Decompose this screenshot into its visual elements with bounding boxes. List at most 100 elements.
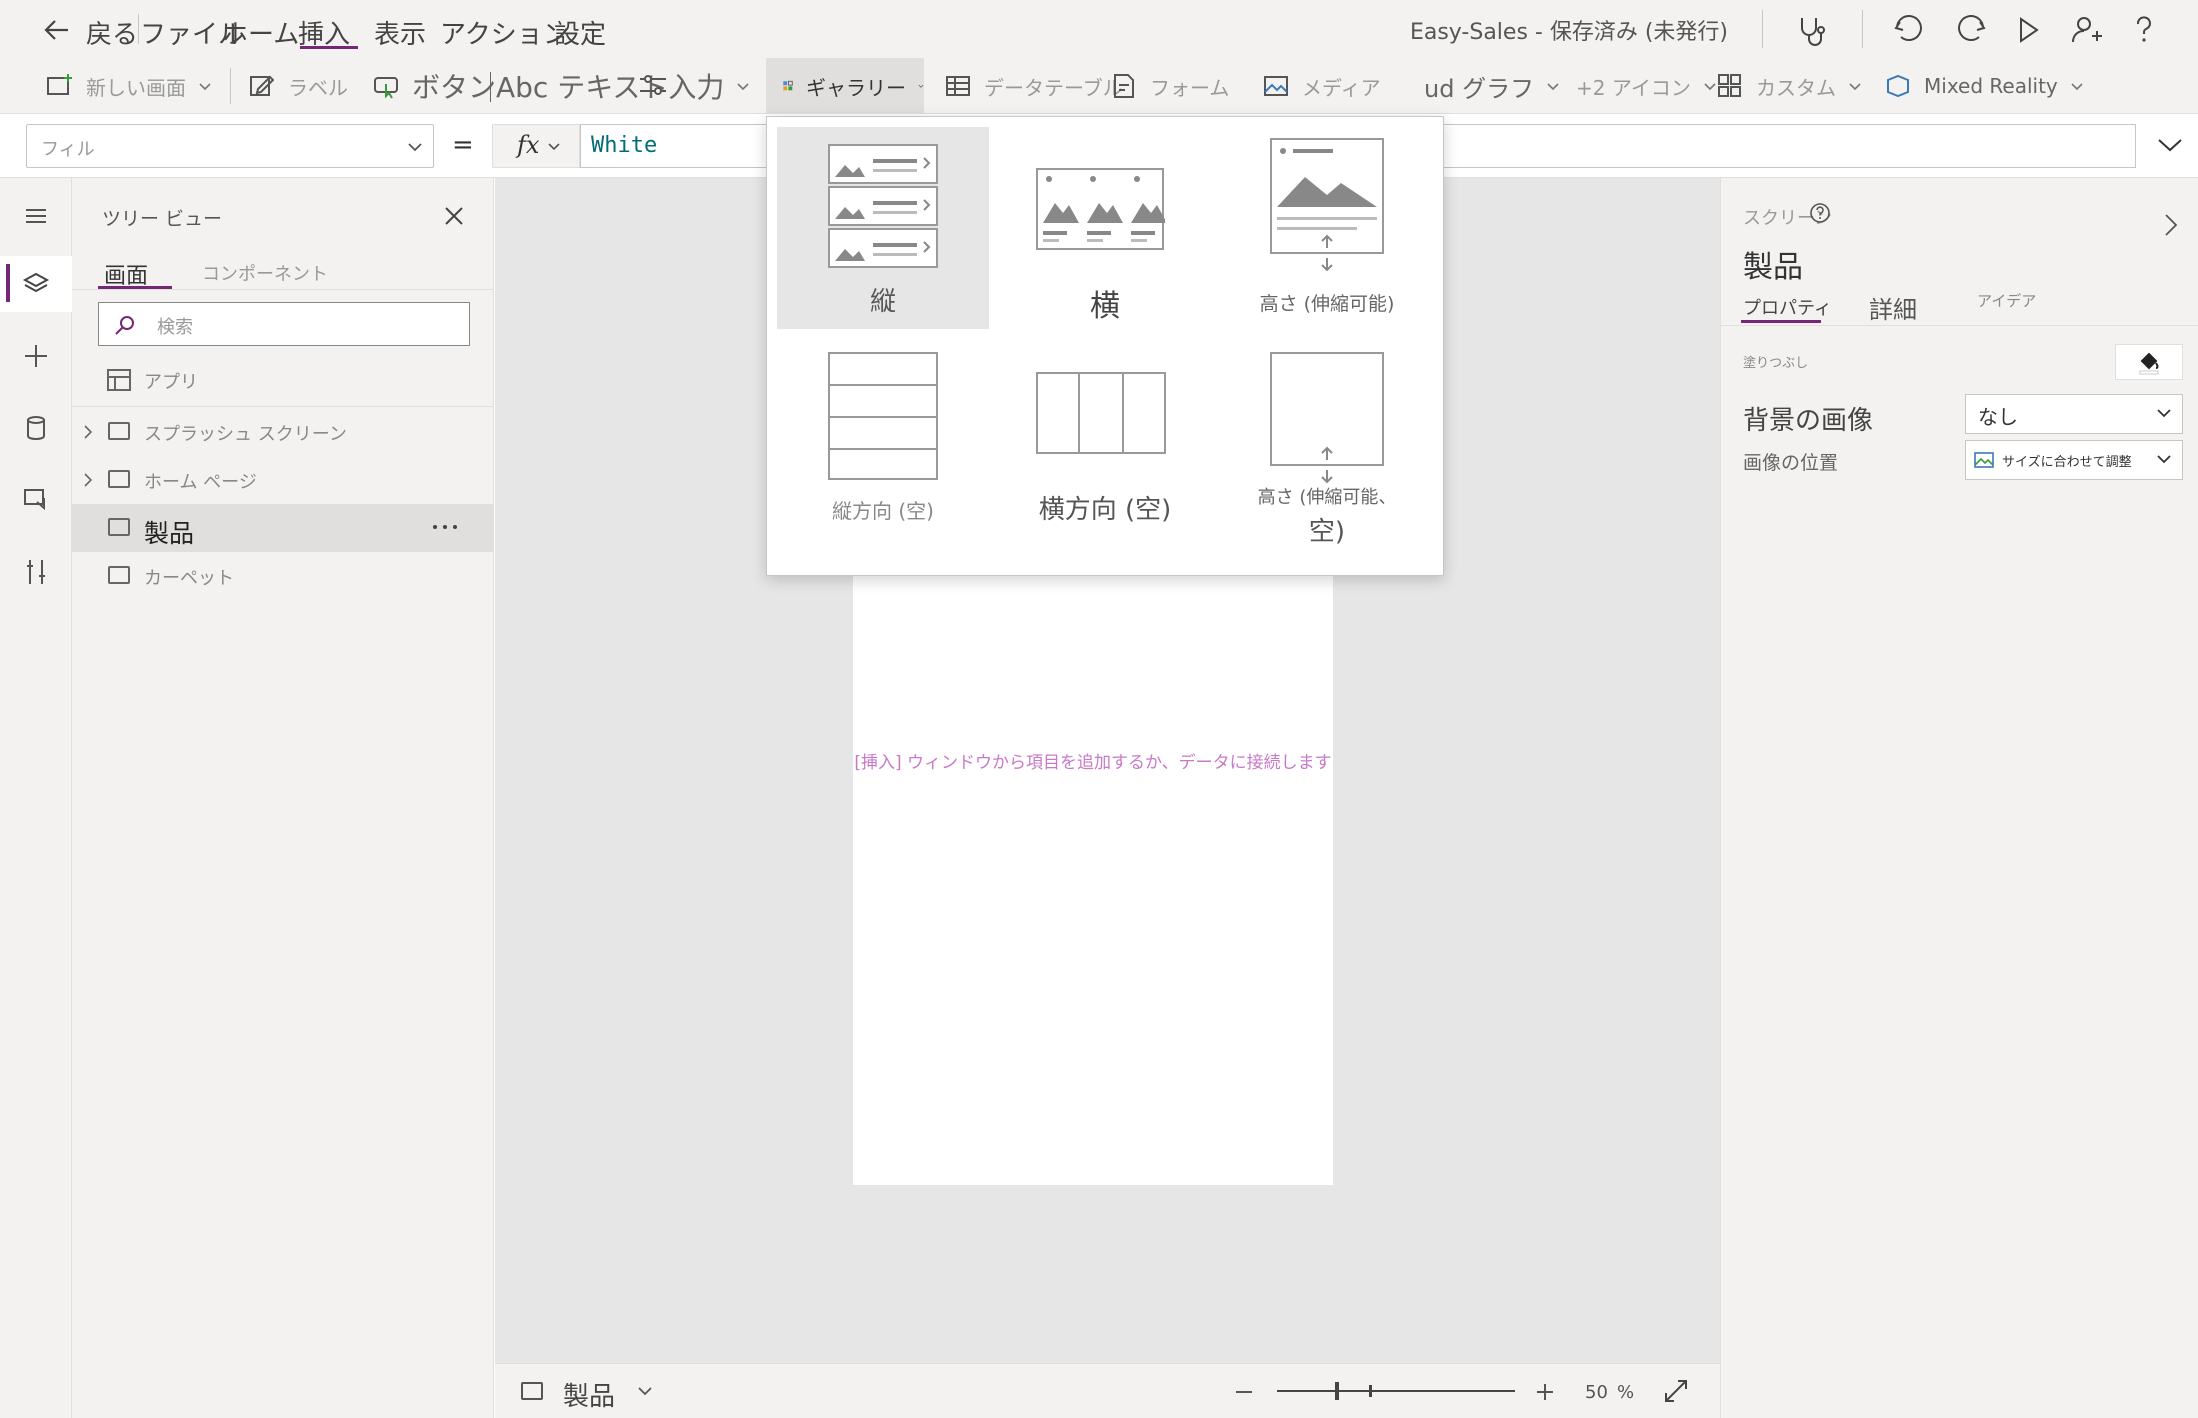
custom-button[interactable]: カスタム	[1716, 58, 1862, 114]
tree-item-label: カーペット	[144, 568, 234, 589]
chevron-right-icon[interactable]	[2163, 212, 2179, 238]
zoom-slider[interactable]	[1277, 1380, 1515, 1402]
help-icon[interactable]	[2124, 10, 2164, 50]
data-table-button[interactable]: データテーブル	[944, 58, 1123, 114]
hamburger-menu-icon[interactable]	[18, 198, 54, 234]
properties-panel: スクリーン 製品 プロパティ 詳細 アイデア 塗りつぶし 背景の画像 なし 画像…	[1720, 178, 2198, 1418]
tree-item-app[interactable]: アプリ	[72, 356, 494, 404]
play-icon[interactable]	[2008, 10, 2048, 50]
sliders-icon[interactable]	[638, 72, 668, 98]
bg-image-label: 背景の画像	[1743, 406, 1874, 436]
tab-ideas[interactable]: アイデア	[1977, 290, 2036, 311]
vertical-blank-gallery-icon	[828, 352, 938, 480]
chevron-down-icon	[1547, 83, 1559, 91]
share-user-icon[interactable]	[2066, 10, 2106, 50]
menu-home[interactable]: ホーム	[222, 14, 299, 51]
tab-components[interactable]: コンポーネント	[202, 260, 328, 286]
menu-bar: 戻る ファイル ホーム 挿入 表示 アクション 設定 Easy-Sales - …	[0, 0, 2198, 58]
search-icon	[115, 316, 134, 335]
chevron-down-icon	[2157, 455, 2171, 464]
fill-color-button[interactable]	[2115, 344, 2183, 380]
search-input[interactable]: 検索	[98, 302, 470, 346]
fx-button[interactable]: fx	[492, 124, 580, 168]
gallery-button[interactable]: ギャラリー	[766, 58, 924, 114]
fx-label: fx	[517, 131, 540, 159]
label-button[interactable]: ラベル	[248, 58, 348, 114]
gallery-option-flexible-height[interactable]: 高さ (伸縮可能)	[1221, 127, 1433, 329]
form-button[interactable]: フォーム	[1110, 58, 1229, 114]
menu-insert-underline	[300, 46, 358, 49]
image-icon	[1974, 452, 1994, 468]
tree-item-home-page[interactable]: ホーム ページ	[72, 456, 494, 504]
icons-label: +2 アイコン	[1576, 75, 1691, 100]
horizontal-blank-gallery-icon	[1036, 372, 1166, 454]
gallery-option-vertical-blank[interactable]: 縦方向 (空)	[777, 347, 989, 549]
menu-action[interactable]: アクション	[440, 14, 569, 51]
bg-image-select[interactable]: なし	[1965, 394, 2183, 434]
table-icon	[946, 76, 970, 96]
gallery-option-label: 横	[1090, 289, 1120, 324]
database-icon[interactable]	[18, 410, 54, 446]
back-arrow-icon[interactable]	[44, 18, 70, 42]
gallery-label: ギャラリー	[806, 75, 906, 100]
screen-icon	[108, 422, 130, 440]
menu-view[interactable]: 表示	[374, 14, 426, 51]
gallery-option-label-line2: 空)	[1308, 517, 1346, 547]
media-label: メディア	[1302, 75, 1381, 100]
media-library-icon[interactable]	[18, 482, 54, 518]
image-position-select[interactable]: サイズに合わせて調整	[1965, 440, 2183, 480]
tree-item-label: 製品	[144, 519, 195, 548]
undo-icon[interactable]	[1890, 10, 1930, 50]
chevron-right-icon[interactable]	[82, 472, 94, 488]
tree-item-products[interactable]: 製品	[72, 504, 494, 552]
fit-to-window-icon[interactable]	[1663, 1378, 1689, 1404]
menu-settings[interactable]: 設定	[554, 14, 606, 51]
zoom-in-icon[interactable]	[1535, 1382, 1555, 1402]
redo-icon[interactable]	[1950, 10, 1990, 50]
gallery-option-horizontal[interactable]: 横	[999, 127, 1211, 329]
equals-sign: =	[452, 130, 474, 160]
back-button[interactable]: 戻る	[86, 14, 138, 51]
custom-component-icon	[1718, 74, 1741, 97]
tools-icon[interactable]	[18, 554, 54, 590]
custom-label: カスタム	[1756, 75, 1836, 100]
gallery-dropdown: 縦 横 高さ (伸縮可能) 縦方向 (空) 横方向 (空) 高さ (伸縮可能、 …	[766, 116, 1444, 576]
tree-item-app-label: アプリ	[144, 372, 198, 393]
tab-properties-underline	[1741, 320, 1821, 323]
icons-button[interactable]: +2 アイコン	[1576, 58, 1717, 114]
screen-icon	[521, 1382, 543, 1400]
tab-advanced[interactable]: 詳細	[1869, 290, 1917, 325]
button-button[interactable]: ボタン	[372, 58, 496, 114]
chevron-down-icon[interactable]	[637, 1386, 653, 1398]
zoom-out-icon[interactable]	[1235, 1390, 1253, 1394]
zoom-unit: %	[1617, 1382, 1635, 1403]
text-input-button[interactable]: Abc テキスト入力	[496, 58, 750, 114]
chevron-right-icon[interactable]	[82, 424, 94, 440]
expand-formula-icon[interactable]	[2156, 136, 2184, 154]
layers-icon[interactable]	[18, 266, 54, 302]
tree-item-carpet[interactable]: カーペット	[72, 552, 494, 600]
media-button[interactable]: メディア	[1262, 58, 1381, 114]
tab-properties[interactable]: プロパティ	[1743, 294, 1832, 320]
mixed-reality-button[interactable]: Mixed Reality	[1884, 58, 2084, 114]
gallery-option-horizontal-blank[interactable]: 横方向 (空)	[999, 347, 1211, 549]
plus-icon[interactable]	[18, 338, 54, 374]
app-title: Easy-Sales - 保存済み (未発行)	[1409, 20, 1728, 45]
close-icon[interactable]	[442, 204, 466, 228]
gallery-option-vertical[interactable]: 縦	[777, 127, 989, 329]
new-screen-button[interactable]: 新しい画面	[46, 58, 212, 114]
search-placeholder: 検索	[157, 317, 193, 338]
stethoscope-icon[interactable]	[1792, 10, 1832, 50]
chart-button[interactable]: ud グラフ	[1424, 58, 1560, 114]
image-icon	[1264, 76, 1288, 96]
gallery-option-label: 縦	[869, 287, 896, 317]
button-tap-icon	[374, 77, 398, 99]
info-help-icon[interactable]	[1809, 202, 1831, 224]
tree-item-splash-screen[interactable]: スプラッシュ スクリーン	[72, 408, 494, 456]
current-screen-name[interactable]: 製品	[563, 1376, 615, 1413]
more-options-icon[interactable]	[432, 524, 458, 530]
screen-icon	[108, 518, 130, 536]
property-select[interactable]: フィル	[26, 124, 434, 168]
gallery-option-flexible-height-blank[interactable]: 高さ (伸縮可能、 空)	[1221, 347, 1433, 549]
app-icon	[107, 369, 131, 391]
